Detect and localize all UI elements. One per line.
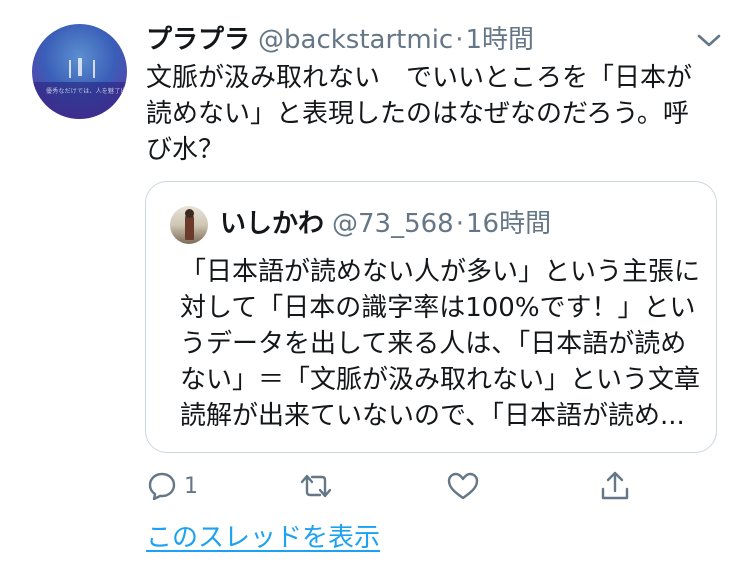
tweet-timestamp[interactable]: 1時間: [465, 25, 534, 55]
quoted-author-name: いしかわ: [220, 209, 325, 239]
header-separator: ·: [455, 25, 464, 55]
tweet-text-line: び水？: [146, 135, 225, 165]
tweet-text-line: 文脈が汲み取れない でいいところを「日本が: [146, 63, 693, 93]
reply-icon: [146, 470, 178, 502]
avatar-glyph: [69, 58, 95, 78]
reply-count: 1: [184, 473, 198, 499]
quoted-author-handle: @73_568: [332, 209, 454, 239]
like-button[interactable]: [446, 466, 480, 506]
share-icon: [598, 469, 632, 503]
author-name[interactable]: プラプラ: [146, 25, 250, 55]
quoted-avatar: [170, 206, 208, 244]
show-thread-link[interactable]: このスレッドを表示: [146, 520, 380, 556]
tweet-text-line: 読めない」と表現したのはなぜなのだろう。呼: [146, 99, 689, 129]
quoted-text-line: うデータを出して来る人は、「日本語が読め: [180, 329, 687, 359]
quoted-text: 「日本語が読めない人が多い」という主張に 対して「日本の識字率は100%です！」…: [180, 254, 710, 434]
avatar-caption: 優秀なだけでは、人を魅了出来ない。: [46, 88, 127, 95]
quoted-header: いしかわ @73_568·16時間: [220, 206, 551, 242]
tweet-text: 文脈が汲み取れない でいいところを「日本が 読めない」と表現したのはなぜなのだろ…: [146, 60, 706, 168]
author-handle[interactable]: @backstartmic: [258, 25, 453, 55]
like-icon: [446, 470, 480, 502]
tweet-header: プラプラ @backstartmic·1時間: [146, 22, 534, 58]
retweet-button[interactable]: [296, 466, 336, 506]
quoted-header-separator: ·: [455, 209, 464, 239]
quoted-text-line: 対して「日本の識字率は100%です！」とい: [180, 293, 696, 323]
action-bar: 1: [0, 466, 750, 510]
quoted-text-line: 読解が出来ていないので、「日本語が読め...: [180, 401, 685, 431]
quoted-timestamp: 16時間: [466, 209, 552, 239]
reply-button[interactable]: 1: [146, 466, 198, 506]
author-avatar[interactable]: 優秀なだけでは、人を魅了出来ない。: [32, 24, 127, 119]
quoted-text-line: ない」＝「文脈が汲み取れない」という文章: [180, 365, 701, 395]
retweet-icon: [296, 470, 336, 502]
chevron-down-icon[interactable]: [694, 28, 724, 52]
avatar-figure-head: [185, 209, 194, 218]
quoted-tweet[interactable]: いしかわ @73_568·16時間 「日本語が読めない人が多い」という主張に 対し…: [145, 181, 717, 453]
quoted-text-line: 「日本語が読めない人が多い」という主張に: [180, 257, 701, 287]
share-button[interactable]: [598, 466, 632, 506]
